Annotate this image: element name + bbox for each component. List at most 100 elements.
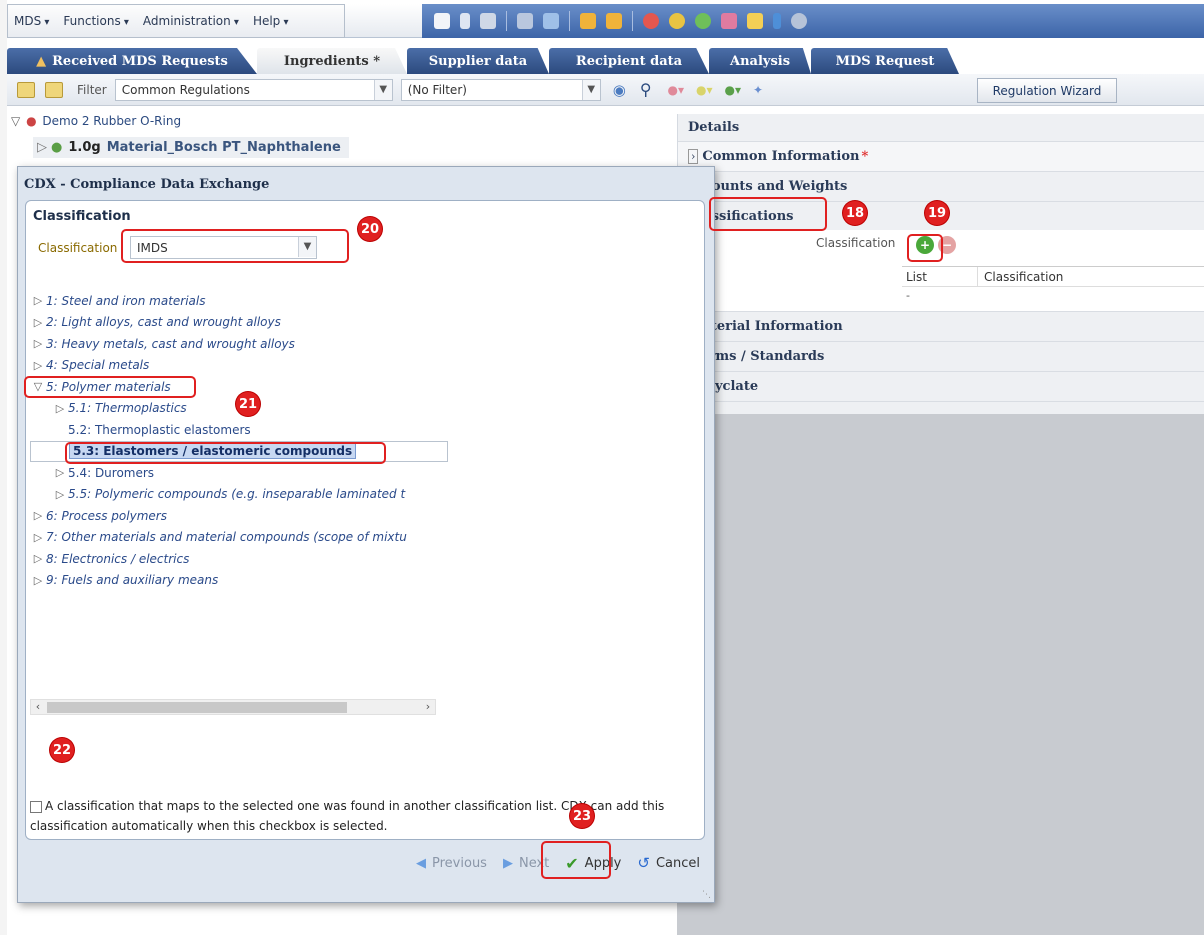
tree-item[interactable]: ▷ 9: Fuels and auxiliary means xyxy=(30,570,448,592)
tree-toggle-icon[interactable]: ▷ xyxy=(37,140,47,155)
tree-item-label: 8: Electronics / electrics xyxy=(46,551,190,566)
gear-icon[interactable] xyxy=(791,13,807,29)
view-icon[interactable]: ◉ xyxy=(613,81,626,99)
column-header-classification: Classification xyxy=(984,270,1064,284)
collapsed-triangle-icon[interactable]: ▷ xyxy=(30,294,46,307)
annotation-highlight xyxy=(709,197,827,231)
separator xyxy=(506,11,507,31)
tree-item[interactable]: ▷ 7: Other materials and material compoun… xyxy=(30,527,448,549)
menu-help[interactable]: Help xyxy=(253,14,289,28)
menu-administration[interactable]: Administration xyxy=(143,14,239,28)
folder-icon[interactable] xyxy=(747,13,763,29)
collapsed-triangle-icon[interactable]: ▷ xyxy=(30,316,46,329)
filter-bar: Filter Common Regulations ▼ (No Filter) … xyxy=(7,74,1204,106)
tree-item[interactable]: ▷ 2: Light alloys, cast and wrought alloy… xyxy=(30,312,448,334)
collapsed-triangle-icon[interactable]: ▷ xyxy=(52,466,68,479)
collapsed-triangle-icon[interactable]: ▷ xyxy=(30,509,46,522)
expand-all-icon[interactable] xyxy=(17,81,35,98)
previous-button[interactable]: ◀ Previous xyxy=(416,856,487,871)
tab-analysis[interactable]: Analysis xyxy=(709,48,811,74)
annotation-highlight xyxy=(65,442,386,464)
auto-add-checkbox[interactable] xyxy=(30,800,42,813)
scrollbar-thumb[interactable] xyxy=(47,702,347,713)
resize-grip-icon[interactable]: ⋱ xyxy=(702,890,712,900)
component-icon[interactable] xyxy=(695,13,711,29)
chevron-down-icon: ▼ xyxy=(581,79,600,100)
dropdown-arrow-icon[interactable] xyxy=(460,13,470,29)
collapsed-triangle-icon[interactable]: ▷ xyxy=(52,402,68,415)
material-icon[interactable] xyxy=(669,13,685,29)
collapse-all-icon[interactable] xyxy=(45,81,63,98)
menu-mds[interactable]: MDS xyxy=(14,14,49,28)
common-information-section[interactable]: › Common Information * xyxy=(678,142,1204,172)
tree-root-label: Demo 2 Rubber O-Ring xyxy=(42,114,182,128)
collapsed-triangle-icon[interactable]: ▷ xyxy=(30,359,46,372)
tree-item[interactable]: ▷ 5.5: Polymeric compounds (e.g. insepara… xyxy=(30,484,448,506)
secondary-filter-value: (No Filter) xyxy=(407,82,467,97)
substance-filter-icon[interactable]: ●▾ xyxy=(668,83,685,97)
tree-item[interactable]: ▷ 3: Heavy metals, cast and wrought alloy… xyxy=(30,333,448,355)
regulation-wizard-button[interactable]: Regulation Wizard xyxy=(977,78,1117,103)
tab-supplier-data[interactable]: Supplier data xyxy=(407,48,549,74)
export-icon[interactable] xyxy=(606,13,622,29)
tree-item[interactable]: ▷ 4: Special metals xyxy=(30,355,448,377)
search-icon[interactable]: ⚲ xyxy=(640,80,652,99)
material-information-section[interactable]: Material Information xyxy=(678,312,1204,342)
tree-root-item[interactable]: ▽ ● Demo 2 Rubber O-Ring xyxy=(11,114,181,128)
horizontal-scrollbar[interactable]: ‹ › xyxy=(30,699,436,715)
filter-select[interactable]: Common Regulations ▼ xyxy=(114,78,393,101)
tab-mds-request[interactable]: MDS Request xyxy=(811,48,959,74)
tab-received-mds-requests[interactable]: ▲ Received MDS Requests xyxy=(7,48,257,74)
tab-ingredients[interactable]: Ingredients * xyxy=(257,48,407,74)
material-filter-icon[interactable]: ●▾ xyxy=(696,83,713,97)
print-icon[interactable] xyxy=(517,13,533,29)
tree-item-label: 2: Light alloys, cast and wrought alloys xyxy=(46,315,281,330)
dialog-body: Classification Classification IMDS ▼ ▷ 1:… xyxy=(25,200,705,840)
collapsed-triangle-icon[interactable]: ▷ xyxy=(30,531,46,544)
common-information-label: Common Information xyxy=(702,149,860,164)
norms-standards-section[interactable]: Norms / Standards xyxy=(678,342,1204,372)
recyclate-section[interactable]: Recyclate xyxy=(678,372,1204,402)
new-document-icon[interactable] xyxy=(434,13,450,29)
tree-item[interactable]: 5.2: Thermoplastic elastomers xyxy=(30,419,448,441)
edit-icon[interactable] xyxy=(543,13,559,29)
scroll-right-icon[interactable]: › xyxy=(421,700,435,713)
material-weight: 1.0g xyxy=(68,140,101,155)
annotation-highlight xyxy=(907,234,943,262)
classification-field-label: Classification xyxy=(816,236,896,250)
tree-toggle-icon[interactable]: ▽ xyxy=(11,114,20,128)
collapsed-triangle-icon[interactable]: ▷ xyxy=(30,337,46,350)
tree-item[interactable]: ▷ 5.4: Duromers xyxy=(30,462,448,484)
tree-item[interactable]: ▷ 8: Electronics / electrics xyxy=(30,548,448,570)
tree-child-item[interactable]: ▷ ● 1.0g Material_Bosch PT_Naphthalene xyxy=(33,137,349,158)
collapsed-triangle-icon[interactable]: ▷ xyxy=(52,488,68,501)
substance-icon[interactable] xyxy=(643,13,659,29)
flask-icon[interactable] xyxy=(773,13,781,29)
collapsed-triangle-icon[interactable]: ▷ xyxy=(30,552,46,565)
cancel-label: Cancel xyxy=(655,855,700,871)
classification-tree: ▷ 1: Steel and iron materials ▷ 2: Light al… xyxy=(30,290,448,680)
cancel-button[interactable]: ↺ Cancel xyxy=(637,854,700,872)
tab-label: Recipient data xyxy=(575,53,683,69)
tree-item[interactable]: ▷ 1: Steel and iron materials xyxy=(30,290,448,312)
chevron-right-icon: › xyxy=(688,149,699,164)
wizard-icon[interactable]: ✦ xyxy=(753,83,763,97)
module-icon[interactable] xyxy=(721,13,737,29)
scroll-left-icon[interactable]: ‹ xyxy=(31,700,45,713)
import-icon[interactable] xyxy=(580,13,596,29)
tree-item-label: 6: Process polymers xyxy=(46,508,167,523)
cdx-dialog: CDX - Compliance Data Exchange Classific… xyxy=(17,166,715,903)
table-empty-row: - xyxy=(906,289,910,302)
tree-item-label: 7: Other materials and material compound… xyxy=(46,530,407,545)
collapsed-triangle-icon[interactable]: ▷ xyxy=(30,574,46,587)
tab-recipient-data[interactable]: Recipient data xyxy=(549,48,709,74)
annotation-highlight xyxy=(541,841,611,879)
tree-item[interactable]: ▷ 6: Process polymers xyxy=(30,505,448,527)
secondary-filter-select[interactable]: (No Filter) ▼ xyxy=(400,78,601,101)
save-icon[interactable] xyxy=(480,13,496,29)
tab-label: Received MDS Requests xyxy=(52,53,228,69)
menu-functions[interactable]: Functions xyxy=(63,14,129,28)
icon-toolbar xyxy=(422,4,1204,38)
tree-item-label: 1: Steel and iron materials xyxy=(46,293,206,308)
component-filter-icon[interactable]: ●▾ xyxy=(725,83,742,97)
